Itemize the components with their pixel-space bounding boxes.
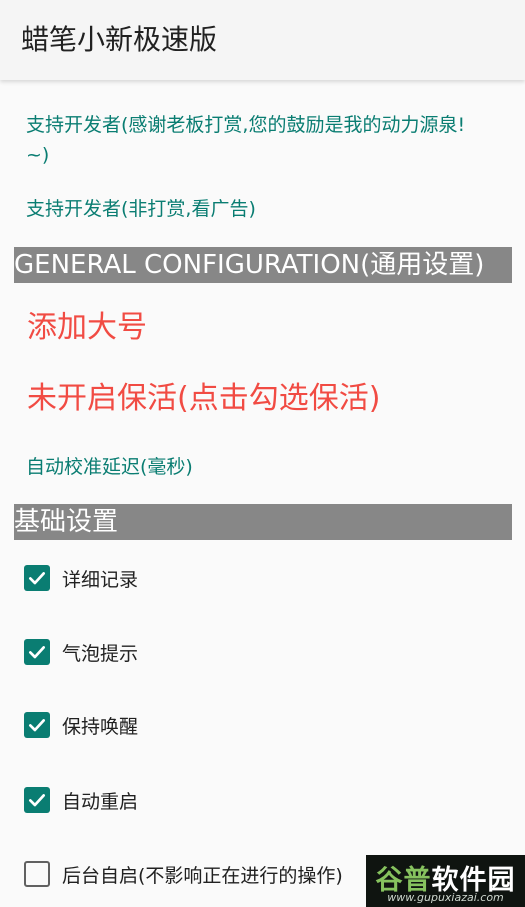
keep-alive-toggle[interactable]: 未开启保活(点击勾选保活) xyxy=(27,373,380,417)
app-bar: 蜡笔小新极速版 xyxy=(0,0,525,80)
support-donate-line1: 支持开发者(感谢老板打赏,您的鼓励是我的动力源泉! xyxy=(26,114,466,136)
general-config-header: GENERAL CONFIGURATION(通用设置) xyxy=(14,247,512,283)
checkbox-checked-icon[interactable] xyxy=(24,787,50,813)
detailed-log-option[interactable]: 详细记录 xyxy=(24,561,384,595)
checkbox-checked-icon[interactable] xyxy=(24,565,50,591)
detailed-log-label: 详细记录 xyxy=(62,568,139,591)
support-donate-pref[interactable]: 支持开发者(感谢老板打赏,您的鼓励是我的动力源泉! ~) xyxy=(26,110,516,170)
background-autostart-label: 后台自启(不影响正在进行的操作) xyxy=(62,864,343,887)
checkbox-checked-icon[interactable] xyxy=(24,639,50,665)
background-autostart-option[interactable]: 后台自启(不影响正在进行的操作) xyxy=(24,857,384,891)
bubble-tip-label: 气泡提示 xyxy=(62,642,139,665)
checkbox-unchecked-icon[interactable] xyxy=(24,861,50,887)
auto-restart-label: 自动重启 xyxy=(62,790,139,813)
support-ads-pref[interactable]: 支持开发者(非打赏,看广告) xyxy=(26,194,256,224)
keep-awake-label: 保持唤醒 xyxy=(62,715,139,738)
calibration-delay-pref[interactable]: 自动校准延迟(毫秒) xyxy=(26,452,193,482)
watermark-url: www.gupuxiazai.com xyxy=(387,891,504,904)
auto-restart-option[interactable]: 自动重启 xyxy=(24,783,384,817)
keep-awake-option[interactable]: 保持唤醒 xyxy=(24,708,384,742)
basic-settings-header: 基础设置 xyxy=(14,504,512,540)
app-title: 蜡笔小新极速版 xyxy=(21,23,218,56)
support-donate-line2: ~) xyxy=(26,144,50,166)
add-main-account-button[interactable]: 添加大号 xyxy=(27,302,147,346)
checkbox-checked-icon[interactable] xyxy=(24,712,50,738)
bubble-tip-option[interactable]: 气泡提示 xyxy=(24,635,384,669)
site-watermark-logo: 谷普软件园 www.gupuxiazai.com xyxy=(366,855,525,907)
